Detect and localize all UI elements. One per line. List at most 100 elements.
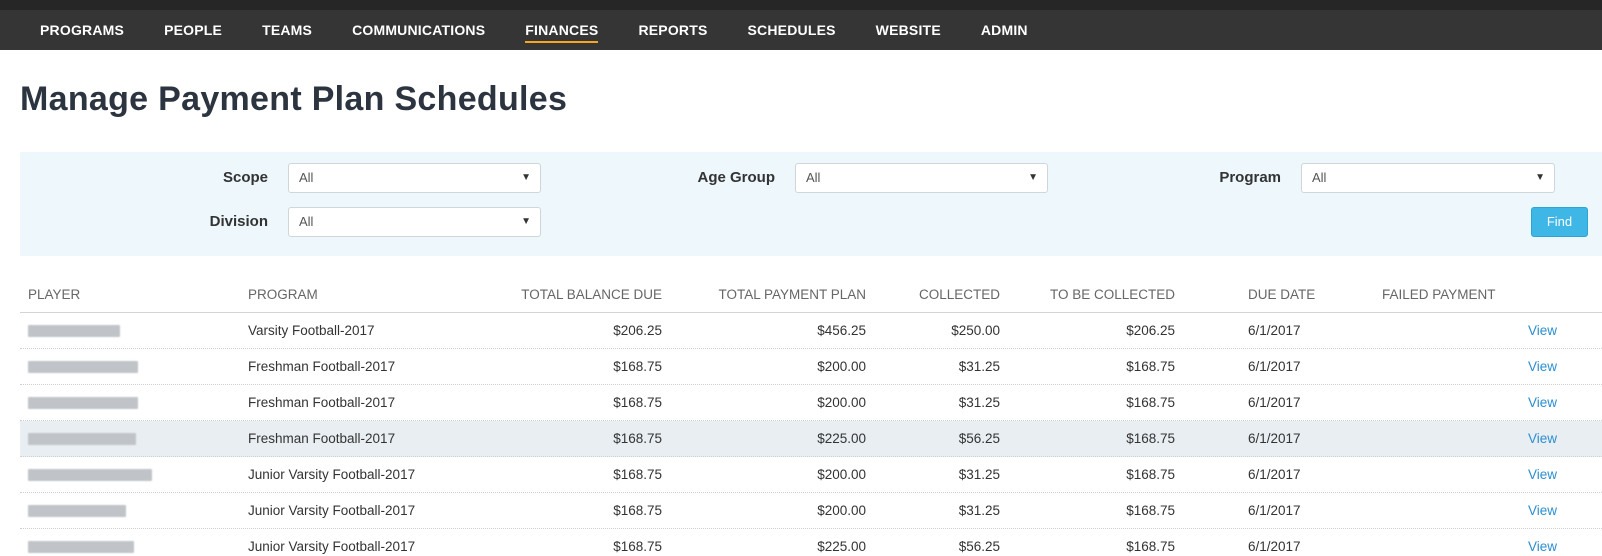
player-name-redacted[interactable] — [28, 457, 238, 495]
filter-panel: Scope All ▼ Age Group All ▼ Program All … — [20, 152, 1602, 256]
top-nav-bar: PROGRAMS PEOPLE TEAMS COMMUNICATIONS FIN… — [0, 0, 1602, 50]
table-header: PLAYER PROGRAM TOTAL BALANCE DUE TOTAL P… — [20, 276, 1602, 313]
player-name-redacted[interactable] — [28, 349, 238, 387]
age-group-select-value: All — [806, 170, 821, 185]
balance-cell: $168.75 — [613, 503, 662, 518]
division-label: Division — [209, 213, 268, 230]
nav-item-schedules[interactable]: SCHEDULES — [748, 10, 836, 50]
view-link[interactable]: View — [1528, 385, 1578, 421]
header-failed-payment[interactable]: FAILED PAYMENT — [1382, 276, 1522, 313]
due-date-cell: 6/1/2017 — [1248, 467, 1301, 482]
division-select[interactable]: All ▼ — [288, 207, 541, 237]
table-row: Junior Varsity Football-2017 $168.75 $22… — [20, 529, 1602, 556]
scope-select-value: All — [299, 170, 314, 185]
plan-cell: $200.00 — [817, 395, 866, 410]
collected-cell: $31.25 — [958, 467, 1000, 482]
header-player[interactable]: PLAYER — [28, 276, 238, 313]
balance-cell: $206.25 — [613, 323, 662, 338]
program-select[interactable]: All ▼ — [1301, 163, 1555, 193]
header-to-be-collected[interactable]: TO BE COLLECTED — [1010, 276, 1175, 313]
player-name-redacted[interactable] — [28, 385, 238, 423]
balance-cell: $168.75 — [613, 359, 662, 374]
chevron-down-icon: ▼ — [521, 172, 531, 183]
collected-cell: $31.25 — [958, 359, 1000, 374]
nav-item-communications[interactable]: COMMUNICATIONS — [352, 10, 485, 50]
to-be-collected-cell: $168.75 — [1126, 503, 1175, 518]
table-row: Junior Varsity Football-2017 $168.75 $20… — [20, 457, 1602, 493]
to-be-collected-cell: $168.75 — [1126, 395, 1175, 410]
chevron-down-icon: ▼ — [1535, 172, 1545, 183]
program-cell: Varsity Football-2017 — [248, 323, 375, 338]
program-cell: Freshman Football-2017 — [248, 395, 396, 410]
page-title: Manage Payment Plan Schedules — [20, 80, 568, 118]
program-label: Program — [1219, 169, 1281, 186]
payment-plan-table: PLAYER PROGRAM TOTAL BALANCE DUE TOTAL P… — [20, 276, 1602, 556]
view-link[interactable]: View — [1528, 529, 1578, 556]
table-row: Freshman Football-2017 $168.75 $225.00 $… — [20, 421, 1602, 457]
due-date-cell: 6/1/2017 — [1248, 395, 1301, 410]
age-group-label: Age Group — [697, 169, 776, 186]
collected-cell: $56.25 — [958, 539, 1000, 554]
to-be-collected-cell: $168.75 — [1126, 539, 1175, 554]
plan-cell: $200.00 — [817, 503, 866, 518]
plan-cell: $200.00 — [817, 359, 866, 374]
division-select-value: All — [299, 214, 314, 229]
program-select-value: All — [1312, 170, 1327, 185]
header-program[interactable]: PROGRAM — [248, 276, 478, 313]
program-cell: Junior Varsity Football-2017 — [248, 467, 416, 482]
nav-item-teams[interactable]: TEAMS — [262, 10, 312, 50]
program-cell: Freshman Football-2017 — [248, 359, 396, 374]
due-date-cell: 6/1/2017 — [1248, 431, 1301, 446]
view-link[interactable]: View — [1528, 457, 1578, 493]
program-cell: Junior Varsity Football-2017 — [248, 503, 416, 518]
age-group-select[interactable]: All ▼ — [795, 163, 1048, 193]
balance-cell: $168.75 — [613, 431, 662, 446]
plan-cell: $456.25 — [817, 323, 866, 338]
player-name-redacted[interactable] — [28, 421, 238, 459]
view-link[interactable]: View — [1528, 349, 1578, 385]
collected-cell: $31.25 — [958, 395, 1000, 410]
player-name-redacted[interactable] — [28, 493, 238, 531]
to-be-collected-cell: $168.75 — [1126, 359, 1175, 374]
balance-cell: $168.75 — [613, 539, 662, 554]
chevron-down-icon: ▼ — [521, 216, 531, 227]
program-cell: Freshman Football-2017 — [248, 431, 396, 446]
chevron-down-icon: ▼ — [1028, 172, 1038, 183]
to-be-collected-cell: $206.25 — [1126, 323, 1175, 338]
scope-label: Scope — [222, 169, 268, 186]
to-be-collected-cell: $168.75 — [1126, 467, 1175, 482]
balance-cell: $168.75 — [613, 395, 662, 410]
scope-select[interactable]: All ▼ — [288, 163, 541, 193]
table-row: Junior Varsity Football-2017 $168.75 $20… — [20, 493, 1602, 529]
plan-cell: $225.00 — [817, 431, 866, 446]
collected-cell: $56.25 — [958, 431, 1000, 446]
nav-item-finances[interactable]: FINANCES — [525, 10, 599, 50]
nav-item-people[interactable]: PEOPLE — [164, 10, 222, 50]
nav-item-reports[interactable]: REPORTS — [638, 10, 707, 50]
header-collected[interactable]: COLLECTED — [880, 276, 1000, 313]
player-name-redacted[interactable] — [28, 529, 238, 556]
view-link[interactable]: View — [1528, 421, 1578, 457]
view-link[interactable]: View — [1528, 493, 1578, 529]
due-date-cell: 6/1/2017 — [1248, 359, 1301, 374]
plan-cell: $200.00 — [817, 467, 866, 482]
top-strip — [0, 0, 1602, 10]
table-row: Freshman Football-2017 $168.75 $200.00 $… — [20, 349, 1602, 385]
player-name-redacted[interactable] — [28, 313, 238, 351]
view-link[interactable]: View — [1528, 313, 1578, 349]
header-total-balance-due[interactable]: TOTAL BALANCE DUE — [450, 276, 662, 313]
due-date-cell: 6/1/2017 — [1248, 323, 1301, 338]
due-date-cell: 6/1/2017 — [1248, 503, 1301, 518]
nav-item-admin[interactable]: ADMIN — [981, 10, 1028, 50]
nav-item-programs[interactable]: PROGRAMS — [40, 10, 124, 50]
nav-item-website[interactable]: WEBSITE — [876, 10, 941, 50]
header-due-date[interactable]: DUE DATE — [1248, 276, 1358, 313]
balance-cell: $168.75 — [613, 467, 662, 482]
plan-cell: $225.00 — [817, 539, 866, 554]
to-be-collected-cell: $168.75 — [1126, 431, 1175, 446]
main-nav: PROGRAMS PEOPLE TEAMS COMMUNICATIONS FIN… — [40, 10, 1068, 50]
find-button[interactable]: Find — [1531, 207, 1588, 237]
program-cell: Junior Varsity Football-2017 — [248, 539, 416, 554]
table-row: Freshman Football-2017 $168.75 $200.00 $… — [20, 385, 1602, 421]
header-total-payment-plan[interactable]: TOTAL PAYMENT PLAN — [670, 276, 866, 313]
